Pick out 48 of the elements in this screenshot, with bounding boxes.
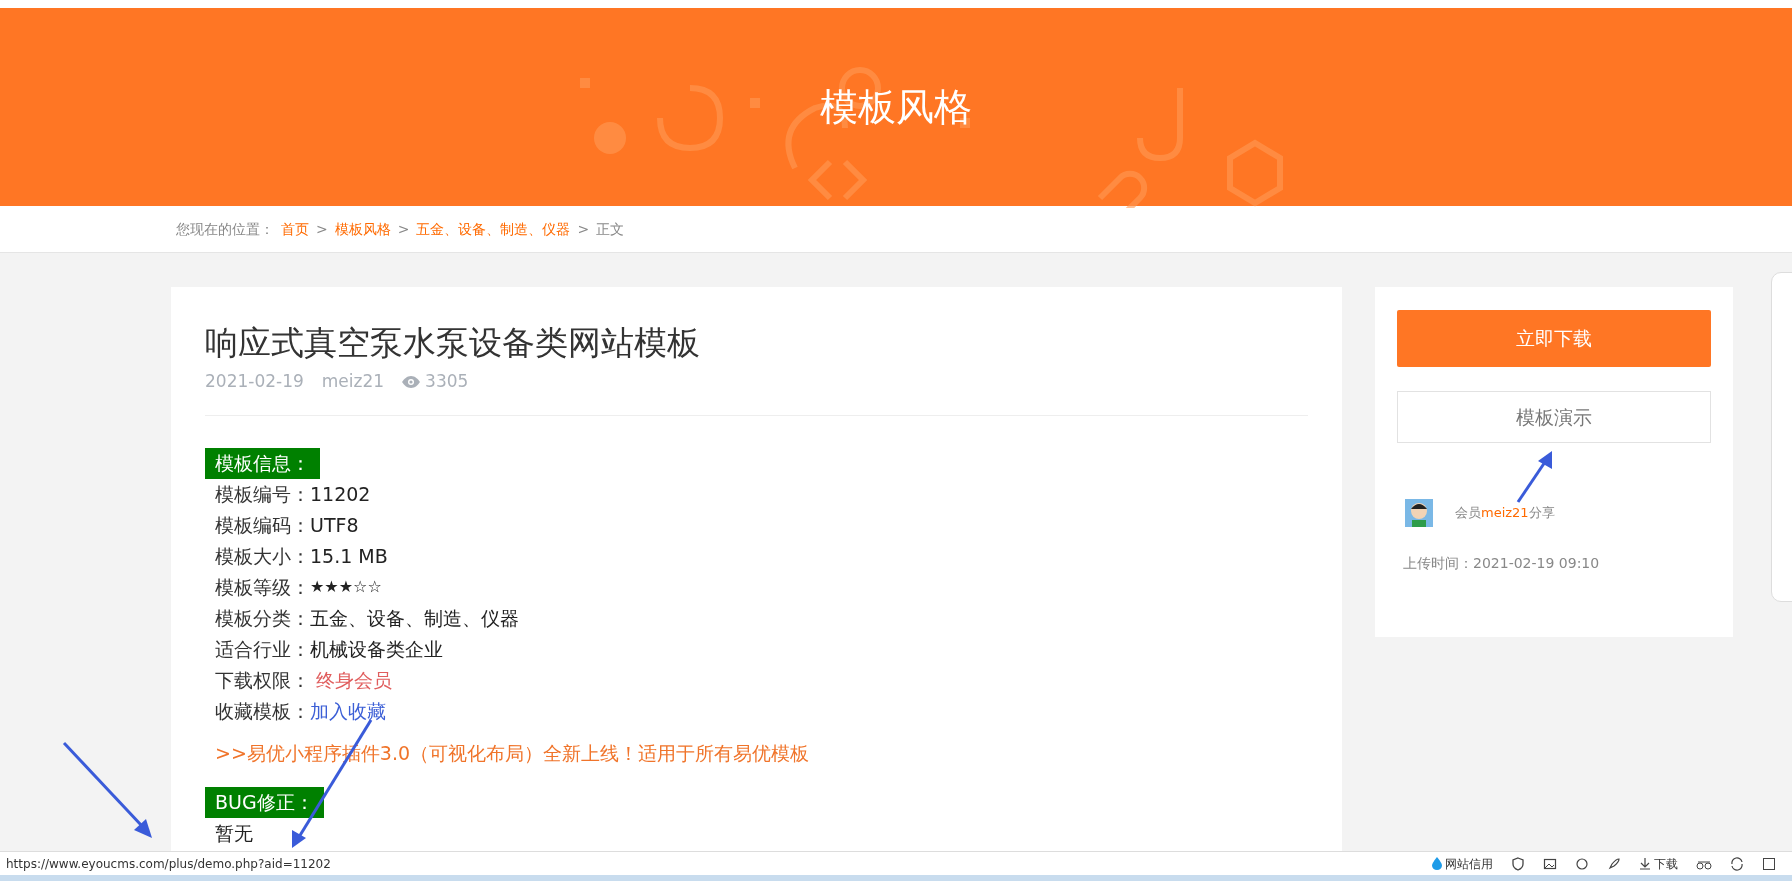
- info-label: 模板等级：: [215, 574, 310, 600]
- panel-icon[interactable]: [1762, 856, 1776, 871]
- member-link[interactable]: meiz21: [1481, 505, 1529, 521]
- info-value: 15.1 MB: [310, 543, 388, 569]
- avatar: [1405, 499, 1433, 527]
- info-label: 模板编码：: [215, 512, 310, 538]
- info-label: 模板编号：: [215, 481, 310, 507]
- article-title: 响应式真空泵水泵设备类网站模板: [205, 323, 701, 363]
- member-level: 终身会员: [316, 667, 392, 693]
- drop-icon: [1432, 857, 1442, 870]
- section-heading: 模板信息：: [205, 447, 320, 479]
- article-author: meiz21: [321, 370, 385, 393]
- site-credit[interactable]: 网站信用: [1445, 854, 1493, 873]
- breadcrumb-link[interactable]: 五金、设备、制造、仪器: [416, 218, 571, 240]
- breadcrumb-link[interactable]: 模板风格: [334, 218, 391, 240]
- section-text: 暂无: [214, 821, 254, 846]
- breadcrumb-separator: >: [316, 219, 328, 239]
- article-date: 2021-02-19: [205, 370, 304, 393]
- star-rating: ★★★☆☆: [310, 576, 382, 598]
- breadcrumb-separator: >: [577, 219, 590, 239]
- image-icon[interactable]: [1543, 856, 1557, 871]
- breadcrumb-prefix: 您现在的位置：: [176, 219, 274, 239]
- info-value: UTF8: [310, 512, 359, 538]
- view-count: 3305: [425, 370, 469, 393]
- share-text: 会员meiz21分享: [1455, 504, 1555, 523]
- eye-icon: [402, 375, 421, 388]
- breadcrumb-current: 正文: [596, 219, 625, 239]
- favorite-link[interactable]: 加入收藏: [310, 696, 386, 726]
- info-value: 机械设备类企业: [310, 636, 443, 662]
- status-url: https://www.eyoucms.com/plus/demo.php?aid=11202: [6, 855, 331, 873]
- sync-icon[interactable]: [1730, 856, 1744, 871]
- banner-title: 模板风格: [820, 83, 972, 131]
- info-label: 下载权限：: [215, 667, 310, 693]
- demo-button[interactable]: 模板演示: [1397, 391, 1711, 443]
- download-icon: [1639, 857, 1651, 870]
- upload-time: 上传时间：2021-02-19 09:10: [1402, 554, 1601, 573]
- info-label: 模板大小：: [215, 543, 310, 569]
- shield-icon[interactable]: [1511, 856, 1525, 871]
- breadcrumb-separator: >: [397, 219, 410, 239]
- downloads-button[interactable]: 下载: [1654, 854, 1678, 873]
- info-label: 模板分类：: [215, 605, 310, 631]
- info-value: 11202: [310, 481, 371, 507]
- download-button[interactable]: 立即下载: [1397, 310, 1711, 367]
- info-label: 收藏模板：: [215, 698, 310, 724]
- section-heading: BUG修正：: [205, 787, 324, 818]
- breadcrumb-link[interactable]: 首页: [281, 218, 309, 240]
- info-value: 五金、设备、制造、仪器: [310, 605, 519, 631]
- info-label: 适合行业：: [215, 636, 310, 662]
